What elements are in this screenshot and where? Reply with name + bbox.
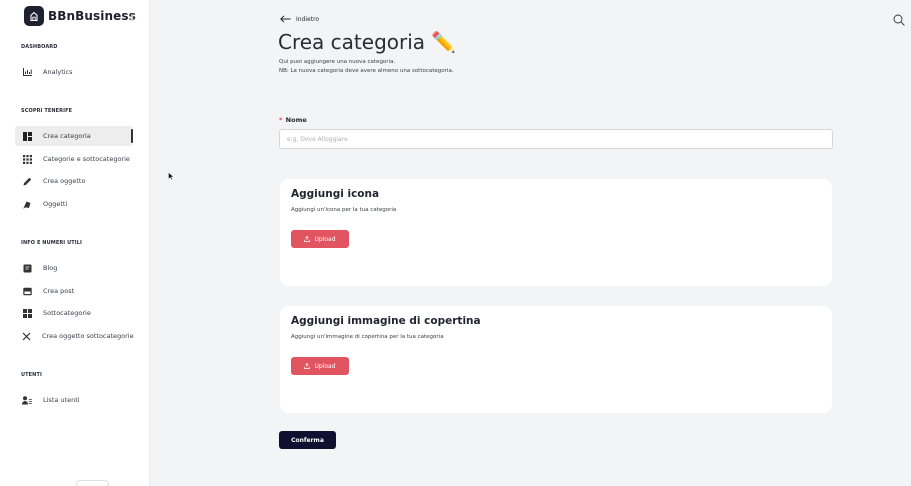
icon-card-subtitle: Aggiungi un'icona per la tua categoria xyxy=(291,207,397,213)
sidebar: BBnBusiness ▴ ▾ DASHBOARD Analytics SCOPR… xyxy=(0,0,150,486)
page-note: NB: La nuova categoria deve avere almeno… xyxy=(279,68,454,74)
chart-icon xyxy=(22,67,32,77)
tools-icon xyxy=(22,331,31,341)
upload-label: Upload xyxy=(314,362,336,370)
sidebar-item-crea-oggetto[interactable]: Crea oggetto xyxy=(15,171,133,191)
cover-card-title: Aggiungi immagine di copertina xyxy=(291,315,481,327)
search-icon[interactable] xyxy=(893,11,905,26)
sidebar-item-lista-utenti[interactable]: Lista utenti xyxy=(15,390,133,410)
upload-icon xyxy=(304,236,311,242)
brand[interactable]: BBnBusiness xyxy=(24,6,136,26)
name-label-text: Nome xyxy=(285,116,307,124)
sidebar-item-crea-post[interactable]: Crea post xyxy=(15,281,133,301)
brand-name: BBnBusiness xyxy=(48,9,136,23)
icon-card: Aggiungi icona Aggiungi un'icona per la … xyxy=(280,179,832,286)
sidebar-item-crea-oggetto-sottocategorie[interactable]: Crea oggetto sottocategorie xyxy=(15,326,134,346)
upload-cover-button[interactable]: Upload xyxy=(291,357,349,375)
tiles-icon xyxy=(22,308,32,318)
sidebar-collapse-icon[interactable]: ▴ ▾ xyxy=(128,12,136,24)
page-description: Qui puoi aggiungere una nuova categoria. xyxy=(279,59,396,65)
icon-card-title: Aggiungi icona xyxy=(291,188,380,200)
sidebar-item-label: Lista utenti xyxy=(43,396,80,404)
section-info-numeri-utili: INFO E NUMERI UTILI xyxy=(21,240,82,246)
book-icon xyxy=(22,263,32,273)
back-link[interactable]: Indietro xyxy=(280,15,319,23)
sidebar-item-sottocategorie[interactable]: Sottocategorie xyxy=(15,303,133,323)
upload-icon xyxy=(304,363,311,369)
sidebar-item-categorie-sottocategorie[interactable]: Categorie e sottocategorie xyxy=(15,149,133,169)
user-list-icon xyxy=(22,395,32,405)
section-dashboard: DASHBOARD xyxy=(21,44,58,50)
upload-label: Upload xyxy=(314,235,336,243)
required-mark: * xyxy=(279,116,283,124)
section-utenti: UTENTI xyxy=(21,372,42,378)
name-field-label: * Nome xyxy=(279,116,307,124)
back-label: Indietro xyxy=(296,15,320,23)
objects-icon xyxy=(22,199,32,209)
sidebar-item-label: Blog xyxy=(43,264,58,272)
sidebar-item-label: Sottocategorie xyxy=(43,309,91,317)
sidebar-item-label: Crea oggetto sottocategorie xyxy=(42,332,134,340)
sidebar-item-oggetti[interactable]: Oggetti xyxy=(15,194,133,214)
sidebar-item-label: Crea categoria xyxy=(43,132,91,140)
arrow-left-icon xyxy=(280,15,291,23)
mouse-cursor-icon xyxy=(168,165,175,180)
pencil-icon xyxy=(22,176,32,186)
post-icon xyxy=(22,286,32,296)
dashboard-icon xyxy=(22,131,32,141)
sidebar-item-crea-categoria[interactable]: Crea categoria xyxy=(15,126,133,146)
sidebar-item-label: Oggetti xyxy=(43,200,68,208)
sidebar-item-label: Categorie e sottocategorie xyxy=(43,155,130,163)
upload-icon-button[interactable]: Upload xyxy=(291,230,349,248)
sidebar-item-label: Crea post xyxy=(43,287,75,295)
sidebar-bottom-tab[interactable] xyxy=(76,480,109,486)
cover-card: Aggiungi immagine di copertina Aggiungi … xyxy=(280,306,832,413)
confirm-button[interactable]: Conferma xyxy=(279,431,336,449)
name-input[interactable] xyxy=(279,129,833,149)
sidebar-item-blog[interactable]: Blog xyxy=(15,258,133,278)
grid-icon xyxy=(22,154,32,164)
sidebar-item-label: Analytics xyxy=(43,68,73,76)
sidebar-item-analytics[interactable]: Analytics xyxy=(15,62,133,82)
sidebar-item-label: Crea oggetto xyxy=(43,177,86,185)
section-scopri-tenerife: SCOPRI TENERIFE xyxy=(21,108,73,114)
cover-card-subtitle: Aggiungi un'immagine di copertina per la… xyxy=(291,334,444,340)
page-title: Crea categoria ✏️ xyxy=(278,30,457,54)
house-logo-icon xyxy=(24,6,44,26)
